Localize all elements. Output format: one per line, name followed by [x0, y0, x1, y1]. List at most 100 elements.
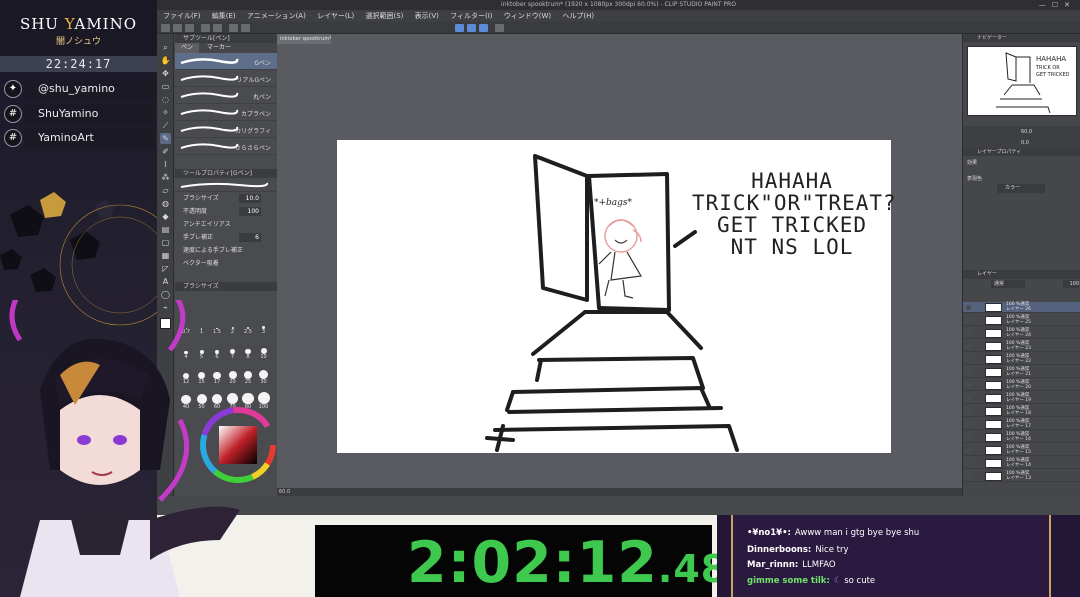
- menu-view[interactable]: 表示(V): [415, 12, 439, 20]
- layer-row[interactable]: 100 %通常 レイヤー 25: [963, 315, 1080, 326]
- layer-row[interactable]: 100 %通常 レイヤー 22: [963, 354, 1080, 365]
- transform-icon[interactable]: [241, 24, 250, 32]
- chat-message: gimme some tilk: ☾ so cute: [747, 576, 876, 586]
- layer-thumbnail: [985, 420, 1002, 429]
- visibility-icon[interactable]: [966, 409, 971, 414]
- blend-mode-select[interactable]: 通常: [991, 280, 1025, 288]
- balloon-tool-icon[interactable]: ◯: [160, 289, 171, 300]
- window-controls[interactable]: —☐✕: [1039, 0, 1076, 10]
- layer-text: 100 %通常 レイヤー 15: [1006, 445, 1031, 455]
- redo-icon[interactable]: [213, 24, 222, 32]
- undo-icon[interactable]: [201, 24, 210, 32]
- visibility-icon[interactable]: [966, 448, 971, 453]
- layer-row[interactable]: 100 %通常 レイヤー 26: [963, 302, 1080, 313]
- clear-icon[interactable]: [229, 24, 238, 32]
- save-icon[interactable]: [185, 24, 194, 32]
- tab-marker[interactable]: マーカー: [201, 43, 237, 53]
- layer-row[interactable]: 100 %通常 レイヤー 20: [963, 380, 1080, 391]
- layer-row[interactable]: 100 %通常 レイヤー 18: [963, 406, 1080, 417]
- gradient-tool-icon[interactable]: ▤: [160, 224, 171, 235]
- prop-antialias[interactable]: アンチエイリアス: [175, 218, 277, 231]
- drawing-canvas[interactable]: *+bags* HAHAHA TRICK"OR"TREAT? GET TRICK…: [337, 140, 896, 453]
- menu-edit[interactable]: 編集(E): [212, 12, 236, 20]
- layer-row[interactable]: 100 %通常 レイヤー 15: [963, 445, 1080, 456]
- layer-row[interactable]: 100 %通常 レイヤー 14: [963, 458, 1080, 469]
- layer-row[interactable]: 100 %通常 レイヤー 21: [963, 367, 1080, 378]
- new-icon[interactable]: [161, 24, 170, 32]
- tab-pen[interactable]: ペン: [175, 43, 200, 53]
- brush-item[interactable]: リアルGペン: [175, 70, 277, 87]
- open-icon[interactable]: [173, 24, 182, 32]
- menu-animation[interactable]: アニメーション(A): [247, 12, 306, 20]
- brush-item[interactable]: カブラペン: [175, 104, 277, 121]
- brush-item[interactable]: 丸ペン: [175, 87, 277, 104]
- layer-row[interactable]: 100 %通常 レイヤー 23: [963, 341, 1080, 352]
- prop-stabilization[interactable]: 手ブレ補正 6: [175, 231, 277, 244]
- brush-tool-icon[interactable]: ⌇: [160, 159, 171, 170]
- visibility-icon[interactable]: [966, 422, 971, 427]
- figure-tool-icon[interactable]: ▢: [160, 237, 171, 248]
- visibility-icon[interactable]: [966, 474, 971, 479]
- pencil-tool-icon[interactable]: ✐: [160, 146, 171, 157]
- snap-ruler-icon[interactable]: [455, 24, 464, 32]
- visibility-icon[interactable]: [966, 344, 971, 349]
- menu-layer[interactable]: レイヤー(L): [317, 12, 354, 20]
- prop-opacity[interactable]: 不透明度 100: [175, 205, 277, 218]
- zoom-slider-row[interactable]: 60.0: [963, 126, 1080, 138]
- layer-row[interactable]: 100 %通常 レイヤー 13: [963, 471, 1080, 482]
- prop-vector-magnet[interactable]: ベクター吸着: [175, 257, 277, 270]
- visibility-icon[interactable]: [966, 383, 971, 388]
- layer-row[interactable]: 100 %通常 レイヤー 19: [963, 393, 1080, 404]
- select-tool-icon[interactable]: ▭: [160, 81, 171, 92]
- visibility-icon[interactable]: [966, 357, 971, 362]
- visibility-icon[interactable]: [966, 370, 971, 375]
- menu-help[interactable]: ヘルプ(H): [562, 12, 594, 20]
- layer-row[interactable]: 100 %通常 レイヤー 17: [963, 419, 1080, 430]
- brush-item[interactable]: カリグラフィ: [175, 121, 277, 138]
- menu-select[interactable]: 選択範囲(S): [365, 12, 403, 20]
- eyedropper-icon[interactable]: ⟋: [160, 120, 171, 131]
- text-tool-icon[interactable]: A: [160, 276, 171, 287]
- layer-panel-header: レイヤー: [963, 270, 1080, 279]
- move-tool-icon[interactable]: ✥: [160, 68, 171, 79]
- eraser-tool-icon[interactable]: ▱: [160, 185, 171, 196]
- opacity-value[interactable]: 100: [1063, 280, 1079, 288]
- visibility-icon[interactable]: [966, 435, 971, 440]
- smartphone-icon[interactable]: [495, 24, 504, 32]
- document-tab[interactable]: inktober spooktrum*: [277, 34, 331, 44]
- visibility-icon[interactable]: [966, 318, 971, 323]
- bags-note: *+bags*: [594, 198, 633, 208]
- visibility-icon[interactable]: [966, 461, 971, 466]
- layer-row[interactable]: 100 %通常 レイヤー 24: [963, 328, 1080, 339]
- prop-speed-stabilization[interactable]: 速度による手ブレ補正: [175, 244, 277, 257]
- rotate-value[interactable]: 0.0: [1021, 140, 1029, 146]
- zoom-tool-icon[interactable]: ⌕: [160, 42, 171, 53]
- brush-item[interactable]: Gペン: [175, 53, 277, 70]
- airbrush-tool-icon[interactable]: ⁂: [160, 172, 171, 183]
- layer-name: レイヤー 26: [1006, 307, 1032, 312]
- color-mode-select[interactable]: カラー: [997, 184, 1045, 193]
- navigator-thumbnail[interactable]: HAHAHA TRICK OR GET TRICKED: [967, 46, 1077, 116]
- zoom-value[interactable]: 60.0: [1021, 129, 1032, 135]
- ruler-tool-icon[interactable]: ◸: [160, 263, 171, 274]
- rotate-slider-row[interactable]: 0.0: [963, 138, 1080, 148]
- hand-tool-icon[interactable]: ✋: [160, 55, 171, 66]
- blend-tool-icon[interactable]: ◍: [160, 198, 171, 209]
- menu-filter[interactable]: フィルター(I): [450, 12, 492, 20]
- snap-grid-icon[interactable]: [467, 24, 476, 32]
- brush-item[interactable]: さらさらペン: [175, 138, 277, 155]
- menu-file[interactable]: ファイル(F): [163, 12, 201, 20]
- pen-tool-icon[interactable]: ✎: [160, 133, 171, 144]
- visibility-icon[interactable]: [966, 305, 971, 310]
- visibility-icon[interactable]: [966, 331, 971, 336]
- fill-tool-icon[interactable]: ◆: [160, 211, 171, 222]
- magic-wand-icon[interactable]: ✧: [160, 107, 171, 118]
- layer-thumbnail: [985, 316, 1002, 325]
- prop-brush-size[interactable]: ブラシサイズ 10.0: [175, 192, 277, 205]
- menu-window[interactable]: ウィンドウ(W): [504, 12, 551, 20]
- snap-special-icon[interactable]: [479, 24, 488, 32]
- visibility-icon[interactable]: [966, 396, 971, 401]
- frame-tool-icon[interactable]: ▦: [160, 250, 171, 261]
- layer-row[interactable]: 100 %通常 レイヤー 16: [963, 432, 1080, 443]
- lasso-tool-icon[interactable]: ◌: [160, 94, 171, 105]
